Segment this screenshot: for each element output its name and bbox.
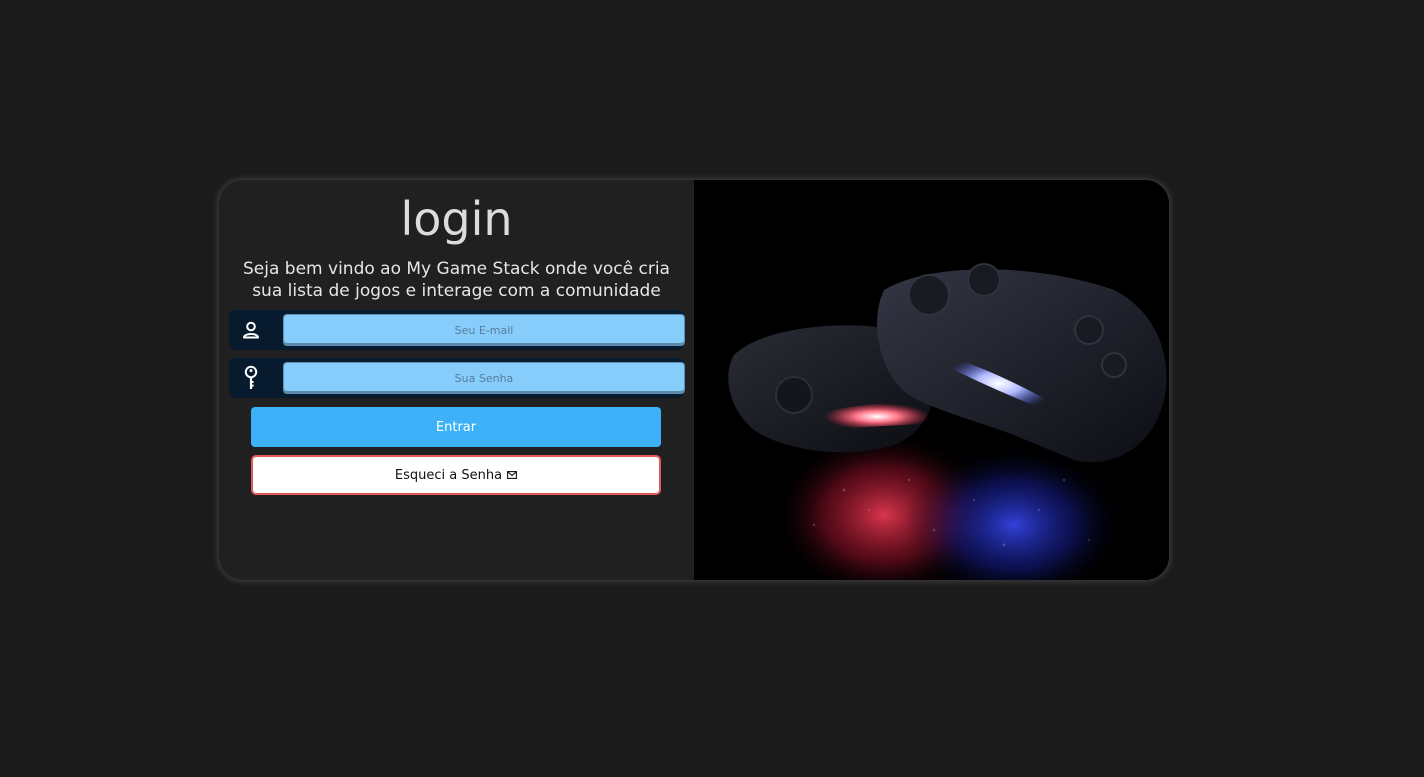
enter-button-label: Entrar — [435, 419, 477, 435]
forgot-password-button[interactable]: Esqueci a Senha — [251, 455, 661, 495]
game-controllers-image — [694, 180, 1169, 580]
mail-icon — [507, 471, 518, 479]
key-icon — [229, 358, 273, 398]
user-icon — [229, 310, 273, 350]
email-input[interactable] — [283, 314, 685, 346]
enter-button[interactable]: Entrar — [251, 407, 661, 447]
password-input[interactable] — [283, 362, 685, 394]
login-card: login Seja bem vindo ao My Game Stack on… — [219, 180, 1169, 580]
login-title: login — [400, 192, 513, 246]
password-field-group — [229, 358, 685, 398]
email-field-group — [229, 310, 685, 350]
forgot-password-label: Esqueci a Senha — [394, 467, 503, 483]
welcome-text: Seja bem vindo ao My Game Stack onde voc… — [243, 259, 670, 301]
login-panel: login Seja bem vindo ao My Game Stack on… — [219, 180, 694, 580]
